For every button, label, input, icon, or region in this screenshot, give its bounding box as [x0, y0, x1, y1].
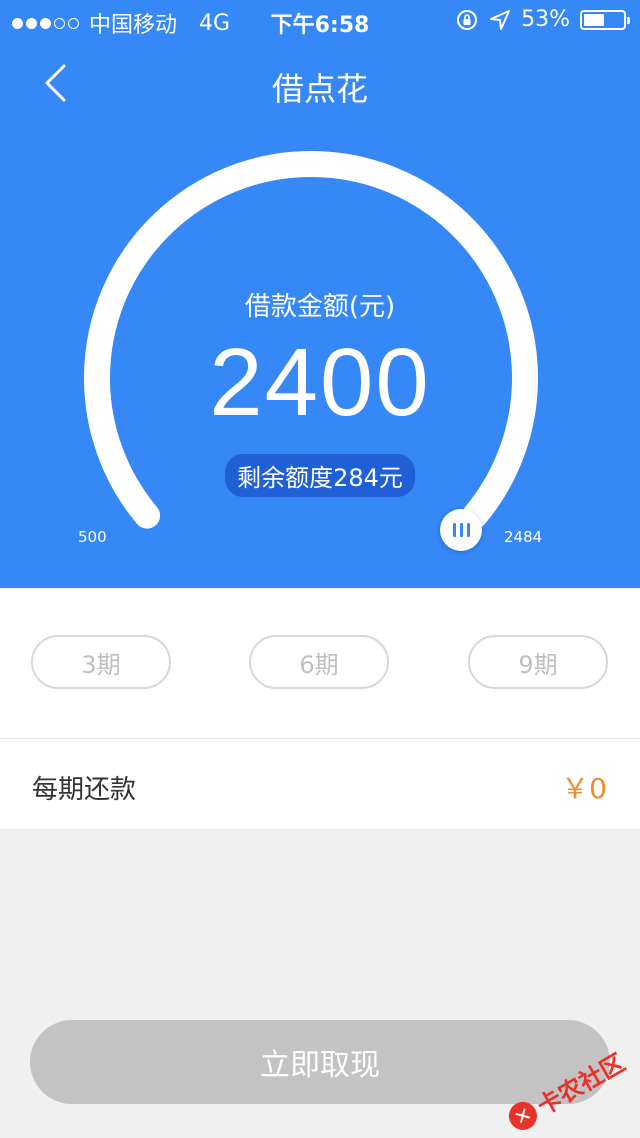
signal-strength-icon: [12, 17, 79, 29]
repayment-row: 每期还款 ￥0: [0, 739, 640, 829]
back-button[interactable]: [30, 58, 80, 108]
chevron-left-icon: [45, 64, 66, 102]
location-arrow-icon: [490, 9, 511, 30]
loan-amount-dial[interactable]: 借款金额(元) 2400 剩余额度284元 500 2484: [0, 128, 640, 588]
amount-label: 借款金额(元): [244, 292, 396, 322]
page-title: 借点花: [271, 70, 368, 108]
battery-icon: [580, 9, 630, 30]
carrier-name: 中国移动: [89, 13, 178, 38]
term-6-button[interactable]: 6期: [249, 635, 389, 689]
network-type: 4G: [199, 10, 231, 36]
dial-slider-handle[interactable]: [440, 509, 482, 551]
nav-bar: 借点花: [0, 40, 640, 128]
loan-header: 中国移动 4G 下午6:58 53% 借点花 借款金额(元) 2400 剩余额度…: [0, 0, 640, 588]
term-3-button[interactable]: 3期: [31, 635, 171, 689]
dial-min-label: 500: [78, 528, 107, 546]
status-bar: 中国移动 4G 下午6:58 53%: [0, 0, 640, 40]
orientation-lock-icon: [457, 9, 478, 30]
repayment-label: 每期还款: [32, 775, 137, 805]
battery-percent: 53%: [521, 7, 570, 32]
dial-max-label: 2484: [504, 528, 543, 546]
repayment-amount: ￥0: [561, 772, 607, 805]
loan-term-options: 3期 6期 9期: [0, 588, 640, 738]
remaining-limit-badge: 剩余额度284元: [225, 454, 415, 497]
loan-amount: 2400: [209, 329, 431, 436]
term-9-button[interactable]: 9期: [468, 635, 608, 689]
withdraw-now-button[interactable]: 立即取现: [30, 1020, 610, 1104]
